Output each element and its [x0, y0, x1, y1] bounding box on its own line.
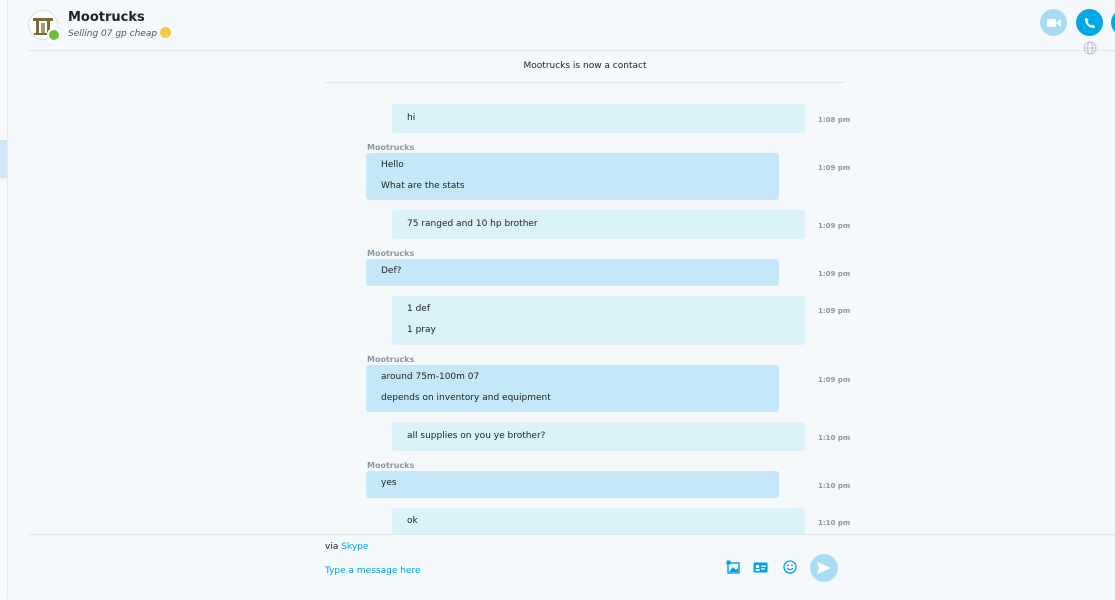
message-bubble-outgoing[interactable]: 75 ranged and 10 hp brother	[392, 210, 805, 239]
message-timestamp: 1:10 pm	[818, 482, 851, 490]
message-text: depends on inventory and equipment	[381, 393, 551, 403]
emoticon-button[interactable]	[780, 557, 800, 577]
message-text: Def?	[381, 266, 402, 276]
message-bubble-outgoing[interactable]: ok	[392, 508, 805, 534]
audio-call-icon	[1084, 17, 1095, 28]
selected-conversation-indicator	[0, 140, 7, 178]
message-text: hi	[407, 113, 416, 123]
mood-message: Selling 07 gp cheap	[68, 27, 172, 39]
message-timestamp: 1:09 pm	[818, 270, 851, 278]
send-contact-button[interactable]	[750, 557, 770, 577]
emoji-icon	[783, 560, 797, 574]
message-sender: Mootrucks	[367, 143, 415, 152]
message-text: Hello	[381, 160, 404, 170]
send-icon	[817, 562, 831, 574]
conversation-header: Mootrucks ⌵ Selling 07 gp cheap	[28, 0, 1115, 55]
message-text: ok	[407, 516, 418, 526]
message-sender: Mootrucks	[367, 249, 415, 258]
video-call-button[interactable]	[1040, 9, 1067, 36]
contact-added-notice: Mootrucks is now a contact	[523, 61, 647, 71]
globe-icon[interactable]	[1083, 40, 1097, 59]
emoji-icon	[160, 27, 172, 38]
message-sender: Mootrucks	[367, 355, 415, 364]
send-button[interactable]	[810, 554, 838, 582]
video-call-icon	[1046, 18, 1061, 27]
message-text: 1 pray	[407, 325, 436, 335]
message-timestamp: 1:10 pm	[818, 434, 851, 442]
send-image-button[interactable]	[723, 557, 743, 577]
message-input[interactable]	[325, 562, 715, 580]
message-bubble-incoming[interactable]: around 75m-100m 07 depends on inventory …	[366, 365, 779, 412]
notice-divider	[325, 82, 845, 83]
message-text: yes	[381, 478, 397, 488]
message-text: around 75m-100m 07	[381, 372, 480, 382]
message-bubble-outgoing[interactable]: all supplies on you ye brother?	[392, 422, 805, 451]
message-text: 1 def	[407, 304, 431, 314]
audio-call-button[interactable]	[1076, 9, 1103, 36]
contact-card-icon	[753, 562, 767, 572]
message-timestamp: 1:09 pm	[818, 222, 851, 230]
message-bubble-outgoing[interactable]: 1 def 1 pray	[392, 296, 805, 345]
via-service-link[interactable]: Skype	[341, 542, 368, 552]
message-timestamp: 1:09 pm	[818, 376, 851, 384]
message-timestamp: 1:08 pm	[818, 116, 851, 124]
via-prefix: via	[325, 542, 339, 552]
message-timestamp: 1:10 pm	[818, 519, 851, 527]
add-participants-button[interactable]	[1111, 9, 1115, 36]
left-sidebar-edge	[0, 0, 8, 599]
message-text: all supplies on you ye brother?	[407, 431, 546, 441]
message-timestamp: 1:09 pm	[818, 307, 851, 315]
message-composer: via Skype	[28, 534, 1115, 600]
via-service-label: via Skype	[325, 542, 368, 552]
message-timestamp: 1:09 pm	[818, 164, 851, 172]
image-icon	[726, 560, 740, 574]
mood-message-text: Selling 07 gp cheap	[68, 29, 158, 39]
message-bubble-incoming[interactable]: yes	[366, 471, 779, 498]
message-text: 75 ranged and 10 hp brother	[407, 219, 538, 229]
chevron-down-icon[interactable]: ⌵	[131, 11, 138, 21]
message-bubble-incoming[interactable]: Def?	[366, 259, 779, 286]
message-bubble-outgoing[interactable]: hi	[392, 104, 805, 133]
presence-status-icon	[47, 28, 61, 42]
message-text: What are the stats	[381, 181, 465, 191]
message-sender: Mootrucks	[367, 461, 415, 470]
message-bubble-incoming[interactable]: Hello What are the stats	[366, 153, 779, 200]
